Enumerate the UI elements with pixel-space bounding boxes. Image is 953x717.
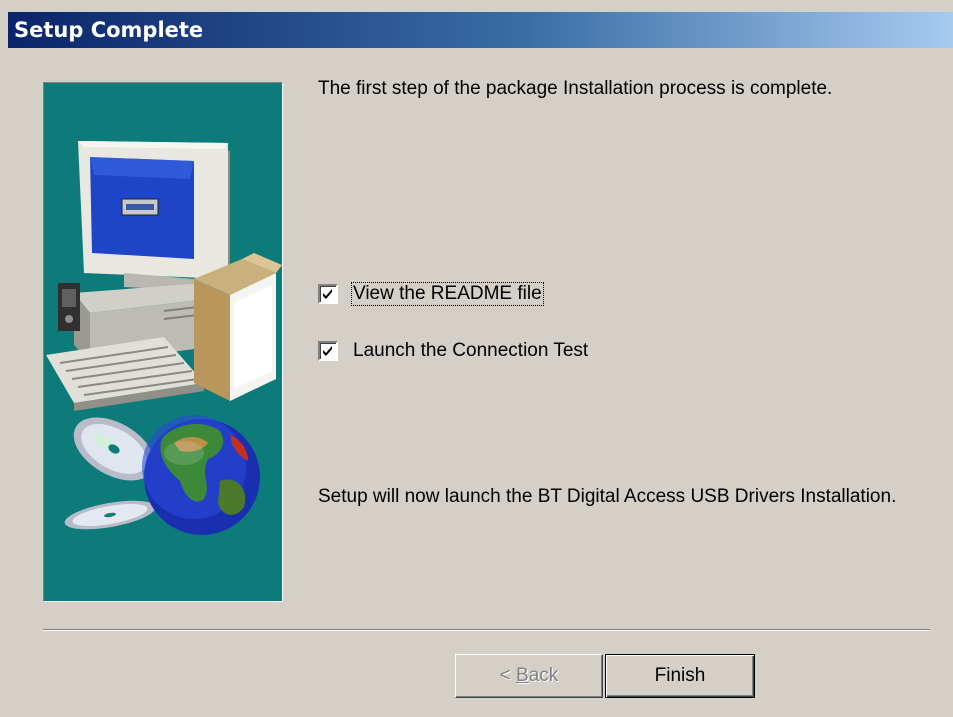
readme-option-label[interactable]: View the README file (351, 282, 544, 306)
connection-test-option-label[interactable]: Launch the Connection Test (352, 340, 589, 362)
setup-illustration-art (46, 141, 282, 535)
back-button-prefix: < (499, 665, 517, 686)
title-bar[interactable]: Setup Complete (8, 12, 953, 48)
launch-note: Setup will now launch the BT Digital Acc… (318, 486, 897, 507)
back-button-mnemonic: B (516, 665, 529, 686)
globe-icon (142, 415, 260, 535)
window-title: Setup Complete (14, 18, 204, 42)
back-button-rest: ack (528, 665, 559, 686)
setup-dialog: Setup Complete The first step of the pac… (0, 0, 953, 717)
software-box-icon (194, 253, 282, 401)
back-button[interactable]: < Back (455, 654, 603, 698)
connection-test-checkbox[interactable] (318, 341, 338, 361)
connection-test-option[interactable]: Launch the Connection Test (318, 338, 589, 364)
button-separator (43, 629, 930, 631)
readme-checkbox[interactable] (318, 284, 338, 304)
setup-illustration (43, 82, 283, 602)
readme-option[interactable]: View the README file (318, 281, 544, 307)
intro-text: The first step of the package Installati… (318, 78, 833, 99)
checkmark-icon (323, 289, 332, 299)
checkmark-icon (323, 346, 332, 356)
finish-button[interactable]: Finish (605, 654, 755, 698)
